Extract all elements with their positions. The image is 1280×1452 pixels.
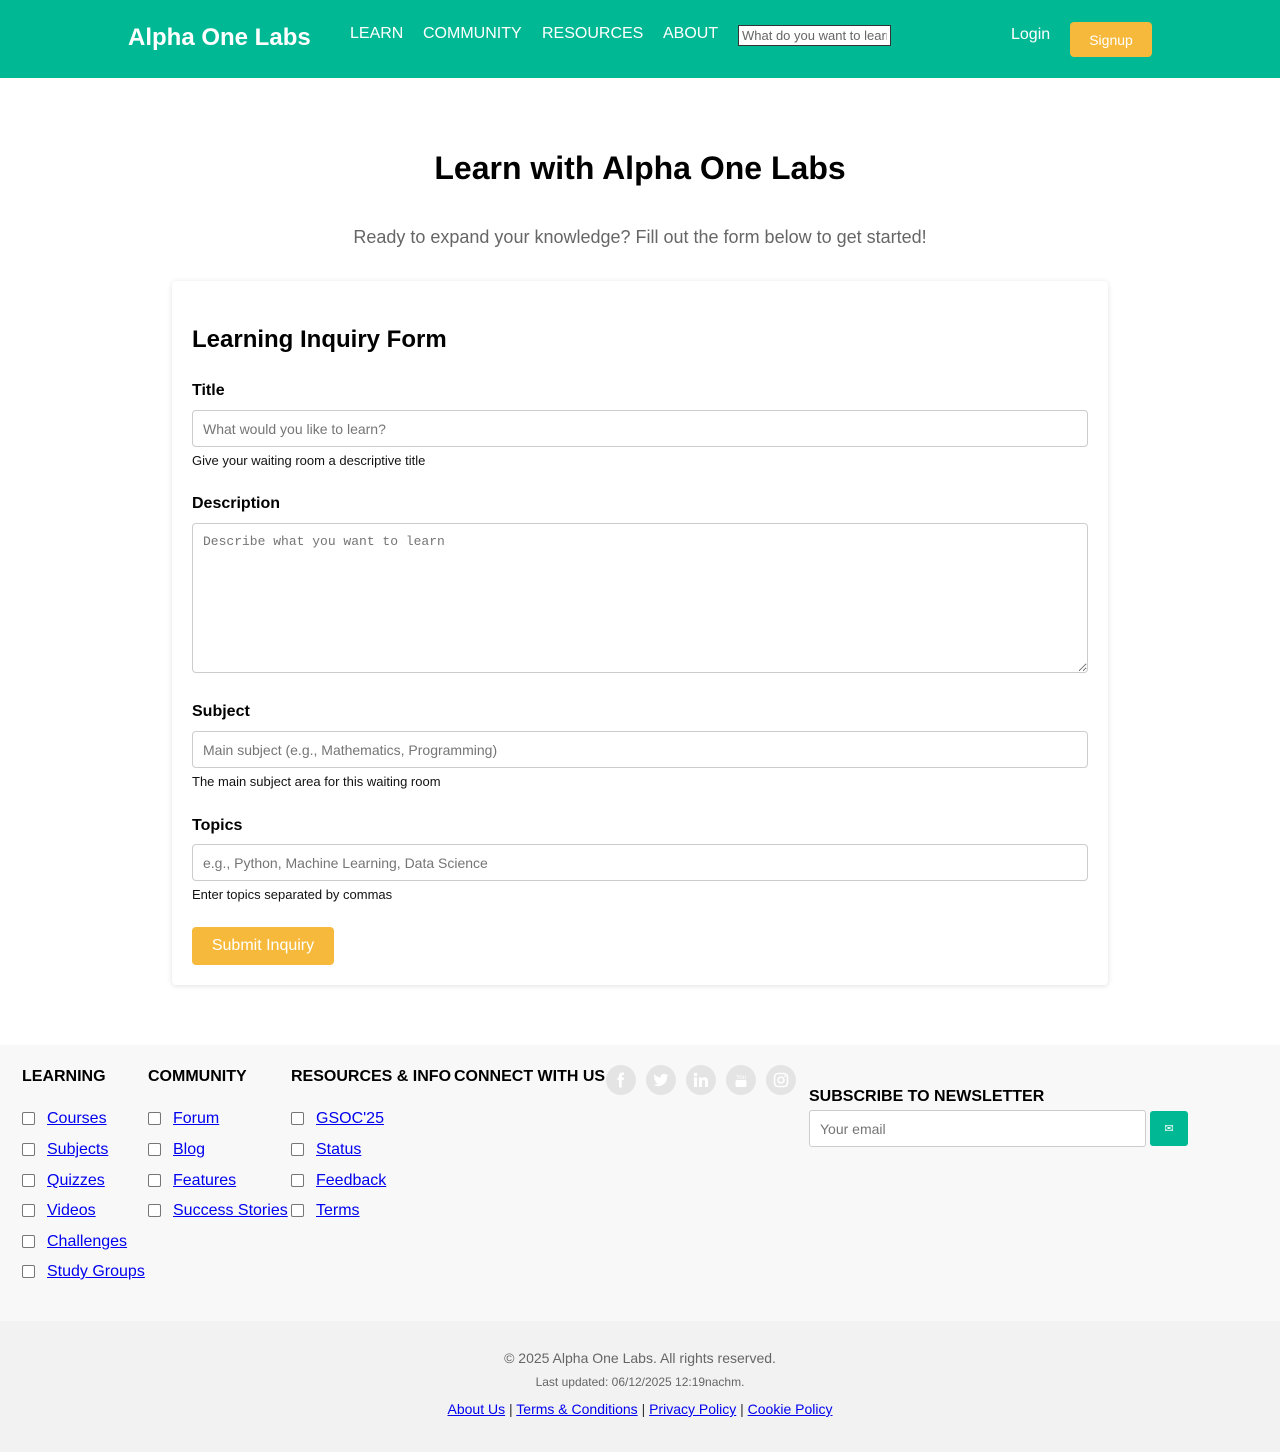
footer-link-forum[interactable]: Forum [173, 1110, 219, 1128]
checkbox[interactable] [148, 1112, 161, 1125]
checkbox[interactable] [22, 1143, 35, 1156]
signup-button[interactable]: Signup [1070, 22, 1152, 57]
twitter-icon[interactable] [646, 1065, 676, 1095]
privacy-policy-link[interactable]: Privacy Policy [649, 1401, 736, 1417]
topics-label: Topics [192, 817, 243, 834]
checkbox[interactable] [291, 1112, 304, 1125]
submit-inquiry-button[interactable]: Submit Inquiry [192, 927, 334, 965]
footer-link-feedback[interactable]: Feedback [316, 1172, 386, 1190]
search-input[interactable] [738, 25, 891, 46]
page-subtitle: Ready to expand your knowledge? Fill out… [353, 227, 927, 247]
checkbox[interactable] [22, 1204, 35, 1217]
checkbox[interactable] [22, 1112, 35, 1125]
newsletter-email-input[interactable] [809, 1110, 1146, 1147]
separator: | [641, 1401, 646, 1417]
inquiry-form-card: Learning Inquiry Form Title Give your wa… [172, 281, 1108, 985]
footer-resources-heading: RESOURCES & INFO [291, 1068, 452, 1085]
footer-link-courses[interactable]: Courses [47, 1110, 107, 1128]
separator: | [509, 1401, 513, 1417]
footer-link-challenges[interactable]: Challenges [47, 1233, 127, 1251]
copyright-text: © 2025 Alpha One Labs. All rights reserv… [504, 1350, 776, 1366]
footer-link-gsoc[interactable]: GSOC'25 [316, 1110, 384, 1128]
checkbox[interactable] [148, 1143, 161, 1156]
brand-logo[interactable]: Alpha One Labs [128, 24, 311, 52]
description-textarea[interactable] [192, 523, 1088, 673]
top-navbar: Alpha One Labs LEARN COMMUNITY RESOURCES… [0, 0, 1280, 78]
footer-link-success-stories[interactable]: Success Stories [173, 1202, 288, 1220]
nav-community[interactable]: COMMUNITY [423, 25, 522, 43]
footer-bottom-bar: © 2025 Alpha One Labs. All rights reserv… [0, 1321, 1280, 1452]
envelope-icon: ✉ [1164, 1123, 1174, 1135]
footer-link-status[interactable]: Status [316, 1141, 361, 1159]
nav-learn[interactable]: LEARN [350, 25, 403, 43]
login-link[interactable]: Login [1011, 26, 1050, 44]
about-us-link[interactable]: About Us [448, 1401, 506, 1417]
checkbox[interactable] [148, 1204, 161, 1217]
checkbox[interactable] [148, 1174, 161, 1187]
footer: LEARNING Courses Subjects Quizzes Videos… [0, 1045, 1280, 1321]
footer-community-heading: COMMUNITY [148, 1068, 247, 1085]
form-title: Learning Inquiry Form [192, 326, 447, 353]
checkbox[interactable] [22, 1265, 35, 1278]
footer-learning-heading: LEARNING [22, 1068, 106, 1085]
footer-link-blog[interactable]: Blog [173, 1141, 205, 1159]
nav-about[interactable]: ABOUT [663, 25, 718, 43]
linkedin-icon[interactable] [686, 1065, 716, 1095]
footer-link-terms[interactable]: Terms [316, 1202, 360, 1220]
legal-links: About Us | Terms & Conditions | Privacy … [0, 1401, 1280, 1417]
nav-resources[interactable]: RESOURCES [542, 25, 643, 43]
last-updated-text: Last updated: 06/12/2025 12:19nachm. [535, 1375, 745, 1389]
checkbox[interactable] [22, 1235, 35, 1248]
topics-help-text: Enter topics separated by commas [192, 887, 393, 902]
page-title: Learn with Alpha One Labs [434, 150, 846, 186]
checkbox[interactable] [291, 1174, 304, 1187]
title-label: Title [192, 382, 225, 399]
footer-link-features[interactable]: Features [173, 1172, 236, 1190]
footer-link-videos[interactable]: Videos [47, 1202, 96, 1220]
footer-link-quizzes[interactable]: Quizzes [47, 1172, 105, 1190]
topics-input[interactable] [192, 844, 1088, 881]
instagram-icon[interactable] [766, 1065, 796, 1095]
subject-input[interactable] [192, 731, 1088, 768]
facebook-icon[interactable] [606, 1065, 636, 1095]
separator: | [740, 1401, 744, 1417]
subject-help-text: The main subject area for this waiting r… [192, 774, 441, 789]
checkbox[interactable] [291, 1204, 304, 1217]
checkbox[interactable] [22, 1174, 35, 1187]
subject-label: Subject [192, 703, 250, 720]
title-input[interactable] [192, 410, 1088, 447]
newsletter-heading: SUBSCRIBE TO NEWSLETTER [809, 1088, 1045, 1105]
newsletter-subscribe-button[interactable]: ✉ [1150, 1111, 1188, 1146]
checkbox[interactable] [291, 1143, 304, 1156]
footer-link-study-groups[interactable]: Study Groups [47, 1263, 145, 1281]
terms-conditions-link[interactable]: Terms & Conditions [516, 1401, 637, 1417]
youtube-icon[interactable]: You [726, 1065, 756, 1095]
title-help-text: Give your waiting room a descriptive tit… [192, 453, 426, 468]
description-label: Description [192, 495, 281, 512]
cookie-policy-link[interactable]: Cookie Policy [748, 1401, 833, 1417]
footer-connect-heading: CONNECT WITH US [454, 1068, 606, 1085]
footer-link-subjects[interactable]: Subjects [47, 1141, 108, 1159]
